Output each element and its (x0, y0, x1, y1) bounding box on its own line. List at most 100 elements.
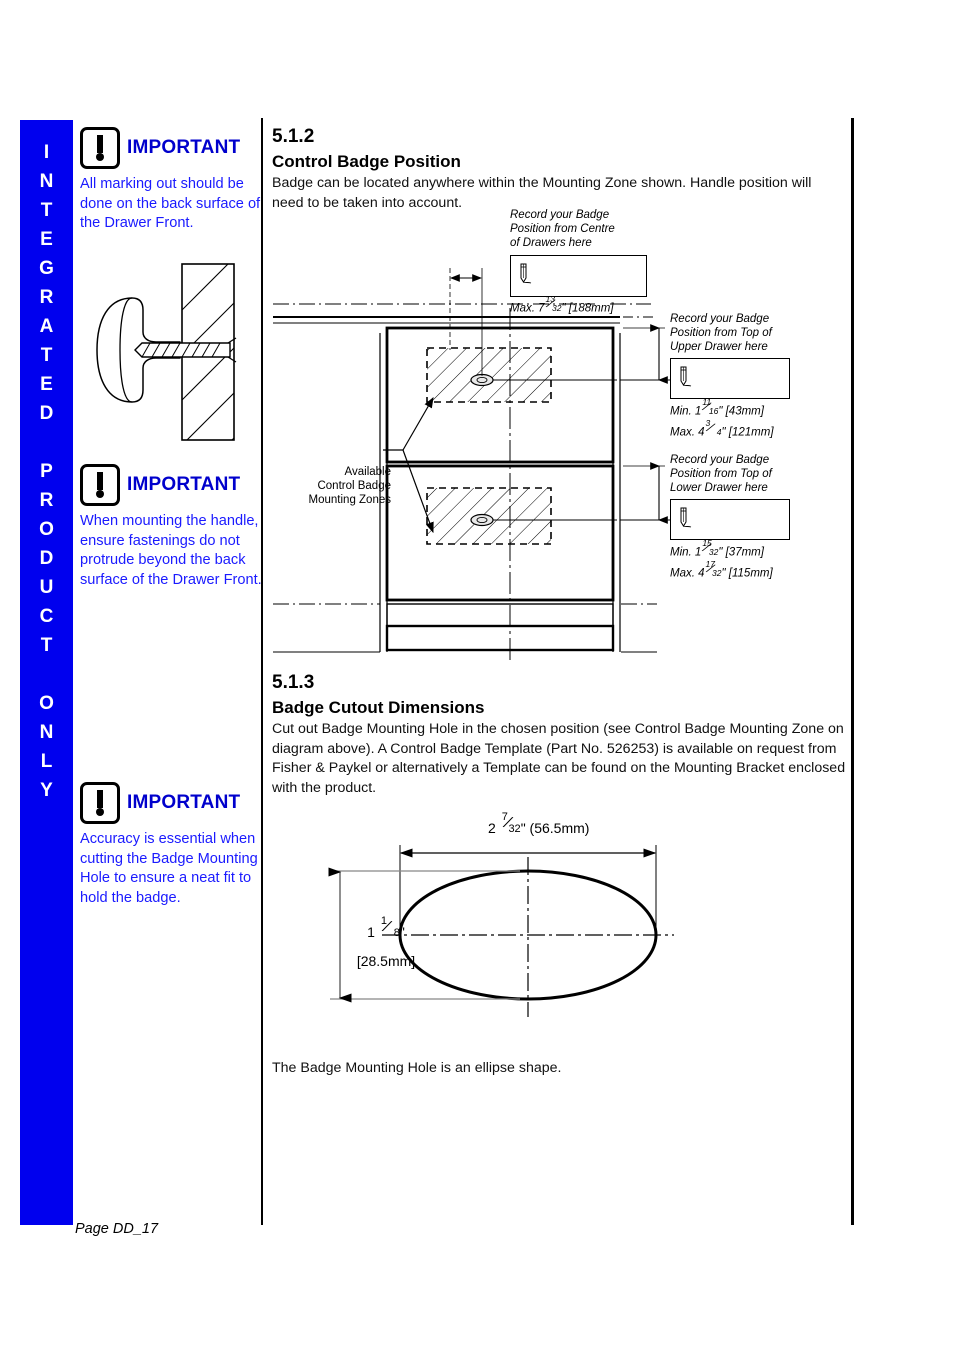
sidebar-letter: C (39, 606, 54, 627)
sidebar-letter: N (39, 722, 54, 743)
upper-min-denominator: 16 (708, 406, 719, 416)
sidebar-letter: R (39, 490, 54, 511)
zone-label-line2: Control Badge (317, 480, 391, 492)
sidebar-letter: R (39, 287, 54, 308)
page-number-footer: Page DD_17 (75, 1221, 159, 1237)
sidebar-letter: O (39, 693, 54, 714)
lower-drawer-note: Record your Badge Position from Top of L… (670, 453, 772, 495)
lower-min-dimension: Min. 1 15 ⁄ 32 " [37mm] (670, 538, 764, 559)
important-header: IMPORTANT (80, 126, 265, 170)
lower-note-line1: Record your Badge (670, 454, 770, 466)
important-callout-2: IMPORTANT When mounting the handle, ensu… (80, 463, 265, 590)
important-label: IMPORTANT (127, 474, 241, 495)
sidebar-letter: U (39, 577, 54, 598)
lower-max-dimension: Max. 4 17 ⁄ 32 " [115mm] (670, 559, 773, 580)
lower-min-prefix: Min. 1 (670, 546, 702, 559)
exclamation-icon (80, 782, 120, 824)
upper-min-suffix: " [43mm] (718, 405, 764, 418)
ellipse-width-dimension: 2 7 ⁄ 32 " (56.5mm) (488, 811, 590, 836)
pencil-icon (680, 507, 692, 528)
document-page: I N T E G R A T E D P R O D U C T O N L … (0, 0, 954, 1351)
record-upper-drawer-box[interactable] (670, 358, 790, 399)
sidebar-letter: A (39, 316, 54, 337)
upper-max-suffix: " [121mm] (721, 426, 774, 439)
ellipse-height-dimension: 1 1 ⁄ 8 " (367, 915, 405, 940)
zone-label-line3: Mounting Zones (308, 494, 391, 506)
sidebar-letter: N (39, 171, 54, 192)
badge-cutout-ellipse-diagram: 2 7 ⁄ 32 " (56.5mm) 1 1 ⁄ 8 " [28.5mm] (300, 805, 740, 1040)
lower-note-line3: Lower Drawer here (670, 482, 768, 494)
ellipse-width-suffix: " (56.5mm) (520, 820, 590, 836)
sidebar-letter: T (40, 635, 53, 656)
sidebar-letter: D (39, 548, 54, 569)
sidebar-letter: G (39, 258, 54, 279)
centre-note: Record your Badge Position from Centre o… (510, 208, 615, 250)
ellipse-height-denominator: 8 (393, 927, 400, 939)
ellipse-height-mm: [28.5mm] (356, 953, 416, 969)
handle-screw-illustration (80, 250, 260, 455)
important-body: All marking out should be done on the ba… (80, 176, 261, 231)
sidebar-letter: Y (40, 780, 53, 801)
exclamation-icon (80, 464, 120, 506)
ellipse-width-denominator: 32 (508, 823, 521, 835)
sidebar-letter: I (43, 142, 50, 163)
section-title-513: Badge Cutout Dimensions (272, 698, 485, 717)
upper-max-dimension: Max. 4 3 ⁄ 4 " [121mm] (670, 418, 774, 439)
mounting-zones-label: Available Control Badge Mounting Zones (301, 465, 391, 507)
centre-note-line2: Position from Centre (510, 223, 615, 235)
upper-note-line3: Upper Drawer here (670, 341, 768, 353)
ellipse-height-suffix: " (399, 924, 405, 940)
important-label: IMPORTANT (127, 792, 241, 813)
section-number-512: 5.1.2 (272, 126, 315, 147)
centre-max-dimension: Max. 7 13 ⁄ 32 " [188mm] (510, 294, 614, 315)
lower-min-denominator: 32 (708, 547, 719, 557)
lower-max-denominator: 32 (712, 568, 722, 578)
important-label: IMPORTANT (127, 137, 241, 158)
centre-note-line3: of Drawers here (510, 237, 592, 249)
section-number-513: 5.1.3 (272, 672, 315, 693)
lower-min-suffix: " [37mm] (718, 546, 764, 559)
ellipse-height-prefix: 1 (367, 924, 375, 940)
sidebar-letter: E (40, 374, 53, 395)
zone-label-line1: Available (344, 466, 391, 478)
upper-min-dimension: Min. 1 11 ⁄ 16 " [43mm] (670, 397, 764, 418)
sidebar-letter: T (40, 345, 53, 366)
centre-max-denominator: 32 (552, 303, 562, 313)
upper-drawer-note: Record your Badge Position from Top of U… (670, 312, 772, 354)
upper-min-prefix: Min. 1 (670, 405, 702, 418)
important-callout-1: IMPORTANT All marking out should be done… (80, 126, 265, 234)
column-divider (261, 118, 263, 1225)
sidebar-letter: O (39, 519, 54, 540)
sidebar-letter: T (40, 200, 53, 221)
important-callout-3: IMPORTANT Accuracy is essential when cut… (80, 781, 265, 908)
record-lower-drawer-box[interactable] (670, 499, 790, 540)
important-header: IMPORTANT (80, 781, 265, 825)
centre-max-prefix: Max. 7 (510, 302, 545, 315)
important-header: IMPORTANT (80, 463, 265, 507)
lower-max-prefix: Max. 4 (670, 567, 705, 580)
lower-max-suffix: " [115mm] (721, 567, 773, 580)
upper-max-denominator: 4 (716, 427, 722, 437)
page-right-border (851, 118, 854, 1225)
sidebar-vertical-text: I N T E G R A T E D P R O D U C T O N L … (20, 120, 73, 1225)
centre-max-suffix: " [188mm] (561, 302, 614, 315)
sidebar-letter: D (39, 403, 54, 424)
sidebar-letter: E (40, 229, 53, 250)
upper-note-line1: Record your Badge (670, 313, 770, 325)
important-body: When mounting the handle, ensure fasteni… (80, 513, 262, 588)
record-centre-position-box[interactable] (510, 255, 647, 297)
upper-note-line2: Position from Top of (670, 327, 772, 339)
section-body-513: Cut out Badge Mounting Hole in the chose… (272, 721, 846, 796)
centre-note-line1: Record your Badge (510, 209, 610, 221)
section-title-512: Control Badge Position (272, 152, 461, 171)
ellipse-width-prefix: 2 (488, 820, 496, 836)
pencil-icon (680, 366, 692, 387)
important-body: Accuracy is essential when cutting the B… (80, 831, 258, 906)
lower-note-line2: Position from Top of (670, 468, 772, 480)
upper-max-prefix: Max. 4 (670, 426, 705, 439)
control-badge-position-diagram: Record your Badge Position from Centre o… (265, 200, 851, 670)
sidebar-letter: P (40, 461, 53, 482)
ellipse-caption: The Badge Mounting Hole is an ellipse sh… (272, 1060, 562, 1076)
sidebar-letter: L (40, 751, 53, 772)
exclamation-icon (80, 127, 120, 169)
